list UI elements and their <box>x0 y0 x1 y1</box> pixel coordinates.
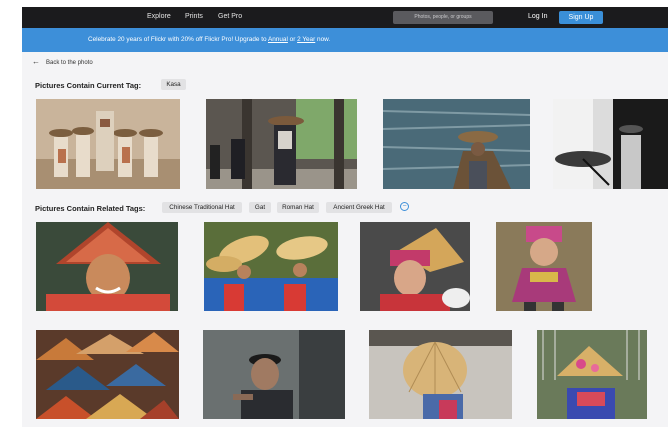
tag-gat[interactable]: Gat <box>249 202 271 213</box>
search-input[interactable]: Photos, people, or groups <box>393 11 493 24</box>
photo-vintage-group[interactable] <box>36 99 180 189</box>
photo-hat-stack[interactable] <box>36 330 179 419</box>
two-year-upgrade-link[interactable]: 2 Year <box>297 36 315 43</box>
photo-conical-hat-back[interactable] <box>369 330 512 419</box>
nav-explore-link[interactable]: Explore <box>147 13 171 20</box>
top-navigation-bar: Explore Prints Get Pro Photos, people, o… <box>22 7 668 28</box>
current-tag-heading: Pictures Contain Current Tag: <box>35 81 142 90</box>
back-to-photo-link[interactable]: ← Back to the photo <box>32 57 93 66</box>
related-tags-heading: Pictures Contain Related Tags: <box>35 204 146 213</box>
nav-get-pro-link[interactable]: Get Pro <box>218 13 242 20</box>
photo-girl-headdress[interactable] <box>360 222 470 311</box>
back-link-label: Back to the photo <box>46 60 93 66</box>
tag-ancient-greek-hat[interactable]: Ancient Greek Hat <box>326 202 392 213</box>
arrow-left-icon: ← <box>32 57 40 66</box>
photo-parade-hats[interactable] <box>204 222 338 311</box>
login-link[interactable]: Log In <box>528 13 547 20</box>
photo-elder-man[interactable] <box>203 330 345 419</box>
promo-middle: or <box>287 36 298 43</box>
tag-chinese-traditional-hat[interactable]: Chinese Traditional Hat <box>162 202 242 213</box>
flickr-page: Explore Prints Get Pro Photos, people, o… <box>22 7 668 427</box>
promo-banner: Celebrate 20 years of Flickr with 20% of… <box>22 28 668 52</box>
signup-button[interactable]: Sign Up <box>559 11 603 24</box>
photo-boy-hat[interactable] <box>36 222 178 311</box>
tag-roman-hat[interactable]: Roman Hat <box>277 202 319 213</box>
photo-child-costume[interactable] <box>496 222 592 311</box>
minus-circle-icon[interactable]: − <box>400 202 409 211</box>
photo-flower-hat[interactable] <box>537 330 647 419</box>
nav-prints-link[interactable]: Prints <box>185 13 203 20</box>
promo-suffix: now. <box>315 36 331 43</box>
promo-text: Celebrate 20 years of Flickr with 20% of… <box>88 28 330 52</box>
tag-kasa[interactable]: Kasa <box>161 79 186 90</box>
annual-upgrade-link[interactable]: Annual <box>268 36 288 43</box>
promo-prefix: Celebrate 20 years of Flickr with 20% of… <box>88 36 268 43</box>
photo-monochrome-umbrella[interactable] <box>553 99 668 189</box>
photo-fisherman-water[interactable] <box>383 99 530 189</box>
photo-temple-woman[interactable] <box>206 99 357 189</box>
